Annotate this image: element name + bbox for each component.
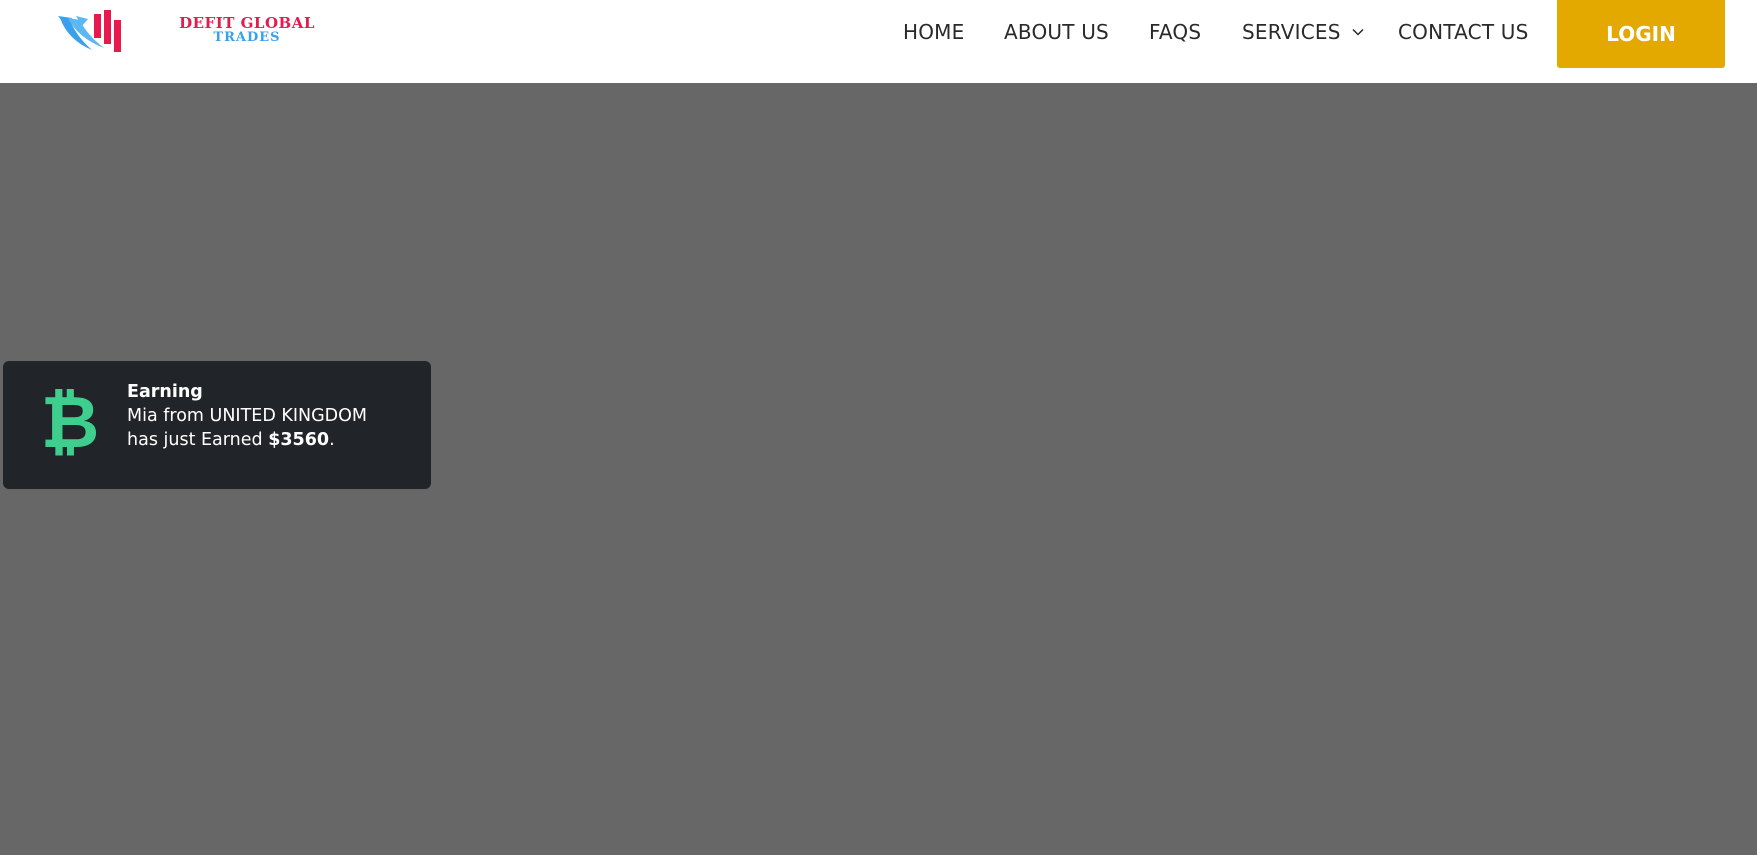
notification-line2-prefix: has just Earned xyxy=(127,430,269,450)
notification-line2: has just Earned $3560. xyxy=(127,428,367,452)
notification-line2-suffix: . xyxy=(329,430,335,450)
nav-services[interactable]: SERVICES xyxy=(1242,20,1341,44)
notification-line1: Mia from UNITED KINGDOM xyxy=(127,406,368,426)
notification-body: Earning Mia from UNITED KINGDOM has just… xyxy=(127,380,367,452)
logo-line1: DEFIT GLOBAL xyxy=(179,14,315,32)
earned-amount: $3560 xyxy=(268,430,330,450)
logo-text: DEFIT GLOBAL TRADES xyxy=(142,14,352,45)
login-button[interactable]: LOGIN xyxy=(1557,0,1725,68)
bitcoin-icon: ₿ xyxy=(41,381,100,461)
notification-title: Earning xyxy=(127,382,203,402)
site-logo[interactable]: DEFIT GLOBAL TRADES xyxy=(58,6,350,60)
nav-contact-us[interactable]: CONTACT US xyxy=(1398,20,1529,44)
nav-home[interactable]: HOME xyxy=(903,20,964,44)
chevron-down-icon[interactable] xyxy=(1351,25,1365,39)
nav-faqs[interactable]: FAQS xyxy=(1149,20,1201,44)
logo-line2: TRADES xyxy=(213,30,281,45)
nav-about-us[interactable]: ABOUT US xyxy=(1004,20,1109,44)
svg-text:₿: ₿ xyxy=(41,381,100,461)
site-header: DEFIT GLOBAL TRADES HOME ABOUT US FAQS S… xyxy=(0,0,1757,83)
earning-notification[interactable]: ₿ Earning Mia from UNITED KINGDOM has ju… xyxy=(3,361,431,489)
